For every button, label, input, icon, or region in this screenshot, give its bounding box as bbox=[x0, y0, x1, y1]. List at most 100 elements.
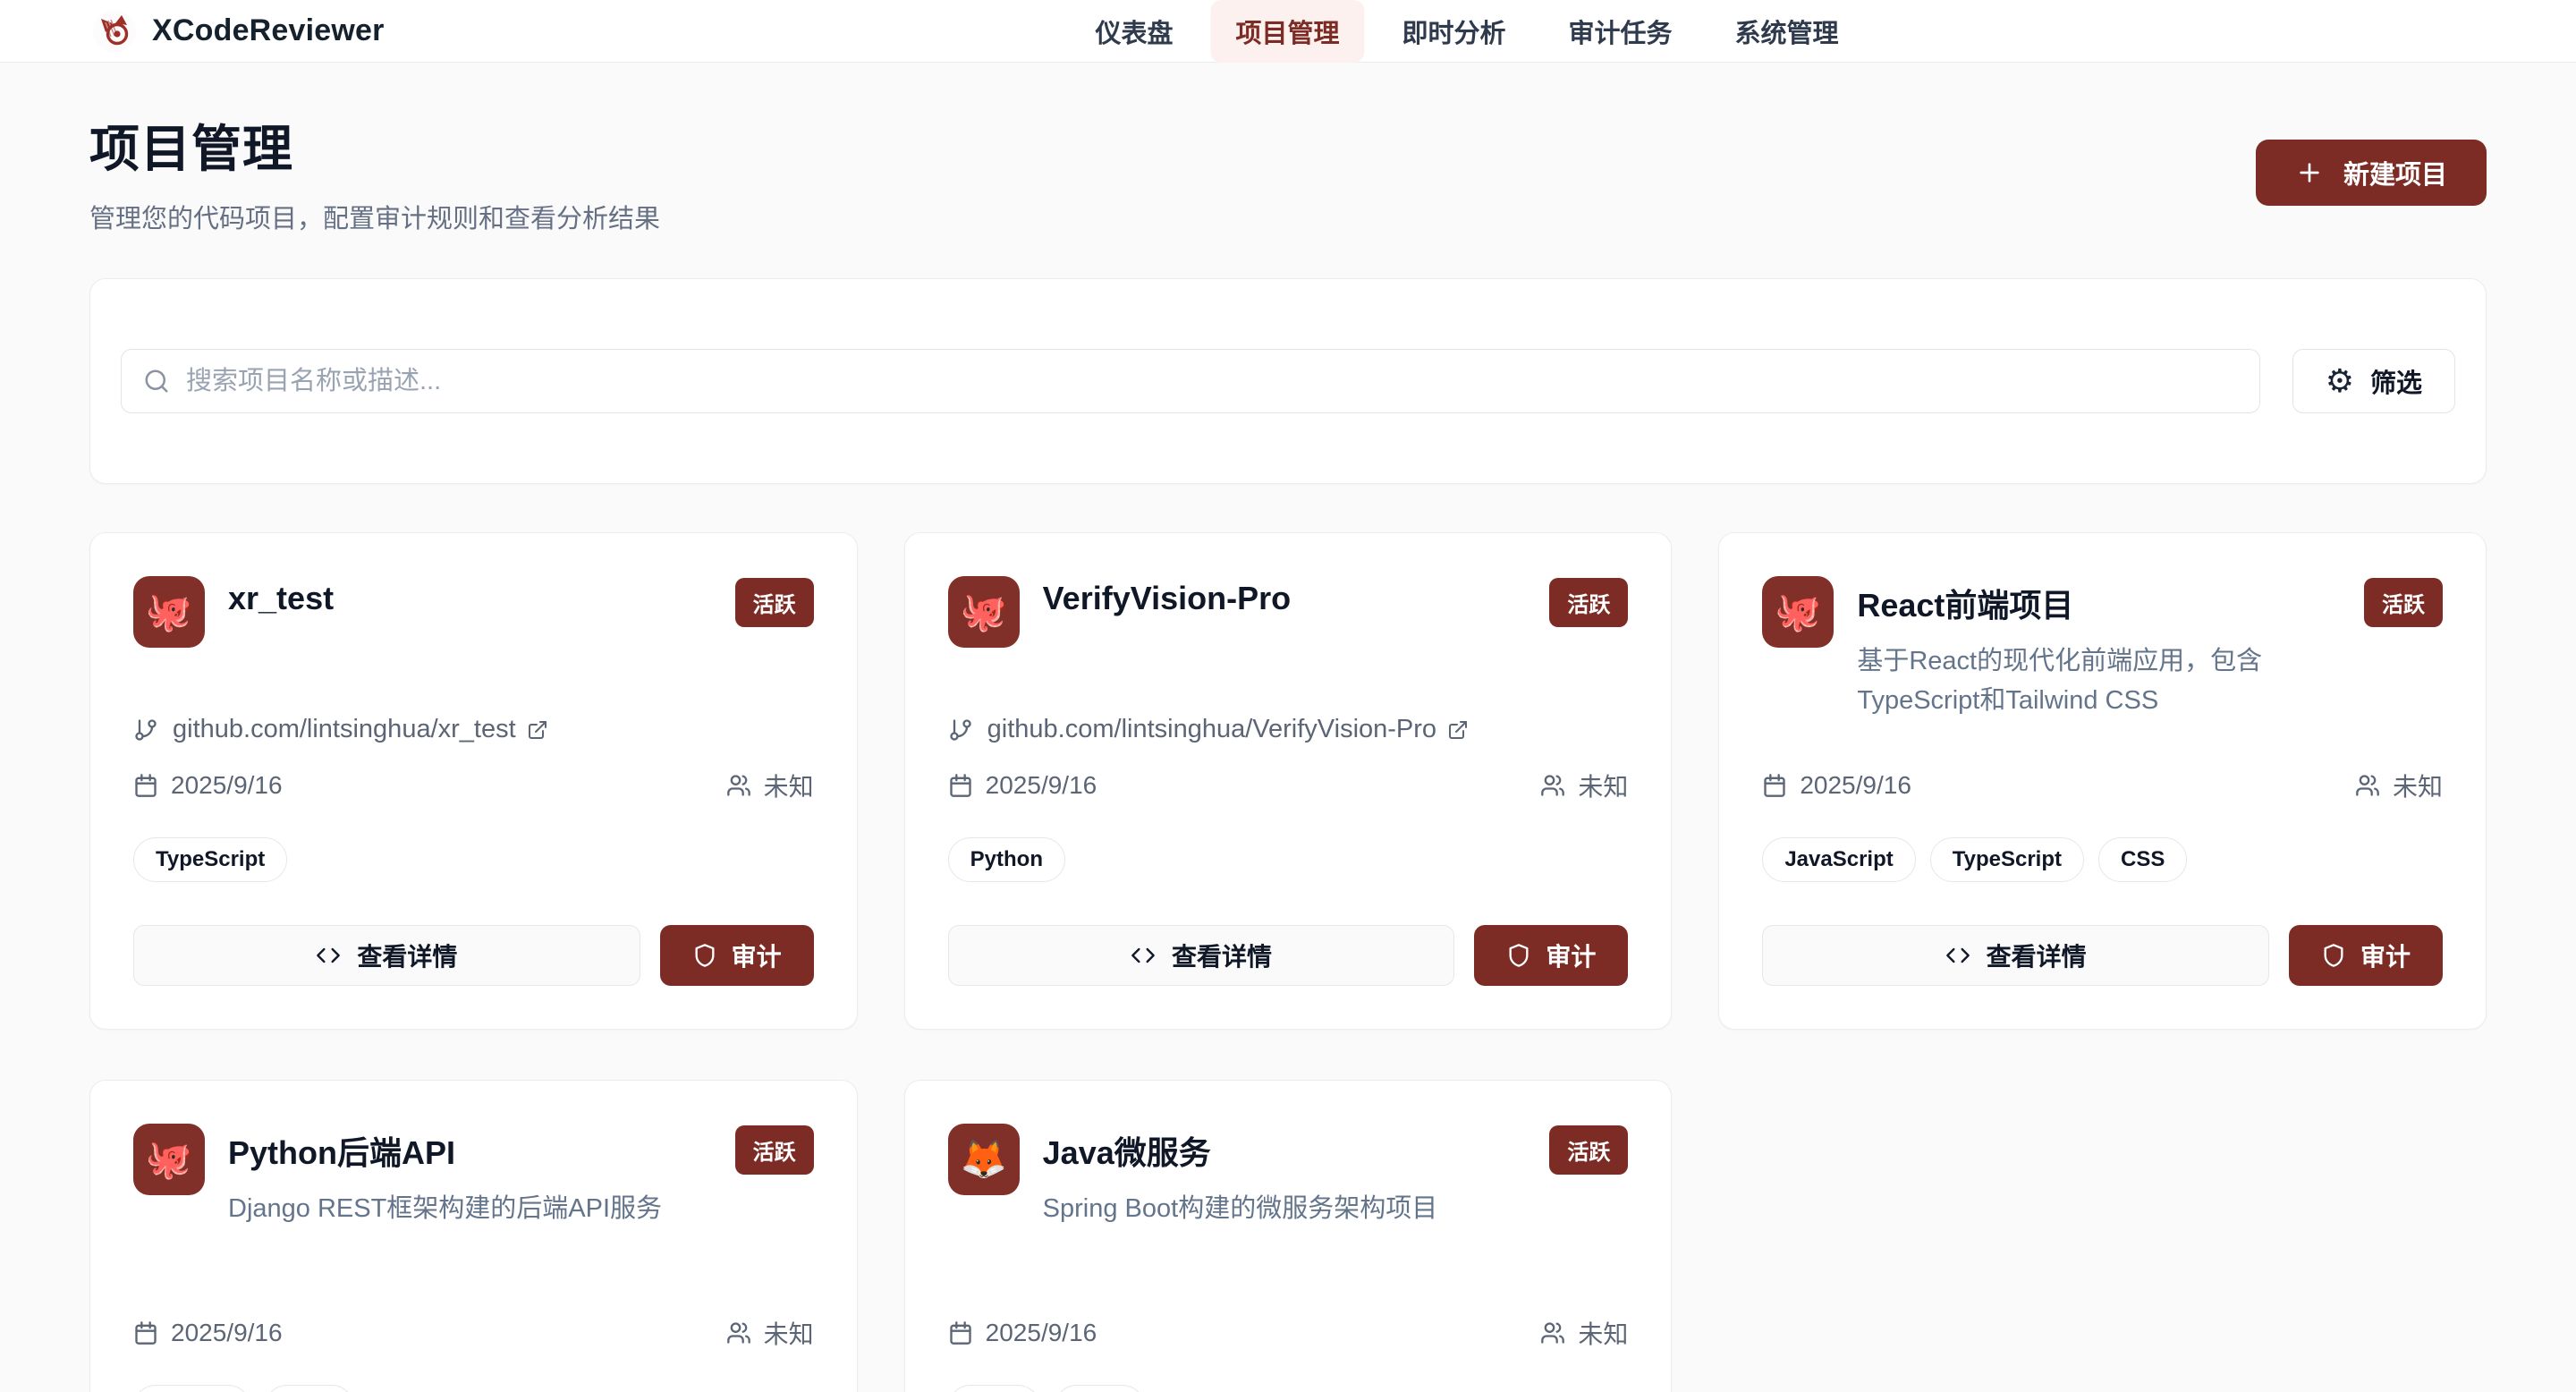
nav-item-dashboard[interactable]: 仪表盘 bbox=[1070, 0, 1198, 63]
status-badge: 活跃 bbox=[1549, 578, 1628, 627]
users-icon bbox=[726, 1320, 751, 1345]
nav-item-analysis[interactable]: 即时分析 bbox=[1377, 0, 1530, 63]
view-details-button[interactable]: 查看详情 bbox=[948, 925, 1455, 986]
view-details-button-label: 查看详情 bbox=[1987, 938, 2087, 973]
audit-button[interactable]: 审计 bbox=[2289, 925, 2443, 986]
tag-pill: JavaScript bbox=[1762, 837, 1915, 882]
project-head-text: Java微服务 Spring Boot构建的微服务架构项目 bbox=[1043, 1124, 1527, 1229]
nav-item-projects[interactable]: 项目管理 bbox=[1210, 0, 1364, 63]
project-date-meta: 2025/9/16 bbox=[133, 771, 283, 800]
plus-icon bbox=[2295, 158, 2324, 187]
project-date: 2025/9/16 bbox=[1800, 771, 1911, 800]
project-avatar-emoji: 🐙 bbox=[1775, 593, 1821, 631]
audit-button[interactable]: 审计 bbox=[1474, 925, 1628, 986]
audit-button[interactable]: 审计 bbox=[660, 925, 814, 986]
project-owner: 未知 bbox=[1578, 768, 1628, 803]
git-branch-icon bbox=[133, 717, 158, 743]
meta-row: 2025/9/16 未知 bbox=[948, 1315, 1629, 1351]
search-input[interactable] bbox=[186, 367, 2238, 396]
code-icon bbox=[316, 943, 341, 968]
shield-icon bbox=[1506, 943, 1531, 968]
project-card: 🐙 React前端项目 基于React的现代化前端应用，包含TypeScript… bbox=[1718, 532, 2487, 1030]
search-icon bbox=[143, 368, 170, 395]
project-title: Python后端API bbox=[228, 1127, 712, 1174]
tag-pill: XML bbox=[1055, 1385, 1145, 1392]
app-logo-icon bbox=[93, 10, 136, 53]
repo-link-text: github.com/lintsinghua/xr_test bbox=[173, 715, 516, 744]
main-nav: 仪表盘 项目管理 即时分析 审计任务 系统管理 bbox=[1070, 0, 1863, 63]
tag-pill: CSS bbox=[2098, 837, 2187, 882]
search-box[interactable] bbox=[121, 349, 2260, 413]
actions-row: 查看详情 审计 bbox=[133, 925, 814, 986]
tag-pill: TypeScript bbox=[1930, 837, 2084, 882]
project-title: xr_test bbox=[228, 580, 712, 617]
tag-pill: TypeScript bbox=[133, 837, 287, 882]
status-badge: 活跃 bbox=[735, 578, 814, 627]
project-date: 2025/9/16 bbox=[171, 1319, 283, 1347]
project-title: Java微服务 bbox=[1043, 1127, 1527, 1174]
project-title: React前端项目 bbox=[1857, 580, 2341, 626]
project-head-text: VerifyVision-Pro bbox=[1043, 576, 1527, 617]
project-owner-meta: 未知 bbox=[1540, 768, 1628, 803]
tags-row: Python bbox=[948, 836, 1629, 884]
users-icon bbox=[1540, 773, 1565, 798]
nav-item-system[interactable]: 系统管理 bbox=[1710, 0, 1864, 63]
project-owner-meta: 未知 bbox=[1540, 1315, 1628, 1351]
search-filter-card: ⚙ 筛选 bbox=[89, 278, 2487, 484]
repo-link-text: github.com/lintsinghua/VerifyVision-Pro bbox=[987, 715, 1436, 744]
project-card-bottom: 2025/9/16 未知 JavaXML 查看详情 bbox=[948, 1315, 1629, 1392]
status-badge: 活跃 bbox=[735, 1125, 814, 1175]
calendar-icon bbox=[948, 773, 973, 798]
status-badge: 活跃 bbox=[1549, 1125, 1628, 1175]
tags-row: TypeScript bbox=[133, 836, 814, 884]
audit-button-label: 审计 bbox=[2360, 938, 2411, 973]
meta-row: 2025/9/16 未知 bbox=[133, 768, 814, 803]
project-description: 基于React的现代化前端应用，包含TypeScript和Tailwind CS… bbox=[1857, 642, 2341, 720]
project-avatar: 🐙 bbox=[1762, 576, 1834, 648]
external-link-icon bbox=[1447, 719, 1469, 741]
code-icon bbox=[1945, 943, 1970, 968]
users-icon bbox=[2355, 773, 2380, 798]
project-owner: 未知 bbox=[764, 768, 814, 803]
actions-row: 查看详情 审计 bbox=[948, 925, 1629, 986]
projects-grid: 🐙 xr_test 活跃 github.com/lintsinghua/xr_t… bbox=[89, 532, 2487, 1392]
tag-pill: Python bbox=[948, 837, 1065, 882]
new-project-button[interactable]: 新建项目 bbox=[2256, 140, 2487, 206]
view-details-button[interactable]: 查看详情 bbox=[1762, 925, 2269, 986]
code-icon bbox=[1131, 943, 1156, 968]
repo-link[interactable]: github.com/lintsinghua/VerifyVision-Pro bbox=[987, 715, 1469, 744]
users-icon bbox=[726, 773, 751, 798]
project-owner: 未知 bbox=[1578, 1315, 1628, 1351]
audit-button-label: 审计 bbox=[732, 938, 782, 973]
nav-item-audit-tasks[interactable]: 审计任务 bbox=[1544, 0, 1698, 63]
page-header: 项目管理 管理您的代码项目，配置审计规则和查看分析结果 新建项目 bbox=[89, 109, 2487, 235]
project-card-bottom: github.com/lintsinghua/xr_test 2025/9/16 bbox=[133, 715, 814, 986]
project-owner-meta: 未知 bbox=[2355, 768, 2443, 803]
repo-link[interactable]: github.com/lintsinghua/xr_test bbox=[173, 715, 548, 744]
brand: XCodeReviewer bbox=[93, 10, 385, 53]
project-owner-meta: 未知 bbox=[726, 1315, 814, 1351]
project-card-bottom: 2025/9/16 未知 JavaScript TypeScript CSS 查看详… bbox=[1762, 768, 2443, 986]
navbar: XCodeReviewer 仪表盘 项目管理 即时分析 审计任务 系统管理 bbox=[0, 0, 2576, 63]
repo-row: github.com/lintsinghua/xr_test bbox=[133, 715, 814, 744]
project-card-header: 🐙 xr_test 活跃 bbox=[133, 576, 814, 648]
audit-button-label: 审计 bbox=[1546, 938, 1596, 973]
project-avatar-emoji: 🐙 bbox=[961, 593, 1007, 631]
project-date: 2025/9/16 bbox=[171, 771, 283, 800]
project-card: 🐙 VerifyVision-Pro 活跃 github.com/lintsin… bbox=[904, 532, 1673, 1030]
project-avatar: 🐙 bbox=[948, 576, 1020, 648]
project-date: 2025/9/16 bbox=[986, 771, 1097, 800]
filter-button[interactable]: ⚙ 筛选 bbox=[2292, 349, 2455, 413]
project-card-header: 🐙 React前端项目 基于React的现代化前端应用，包含TypeScript… bbox=[1762, 576, 2443, 720]
project-date-meta: 2025/9/16 bbox=[133, 1319, 283, 1347]
tags-row: JavaXML bbox=[948, 1383, 1629, 1392]
project-owner: 未知 bbox=[2393, 768, 2443, 803]
tags-row: JavaScript TypeScript CSS bbox=[1762, 836, 2443, 884]
page-title: 项目管理 bbox=[89, 109, 660, 182]
view-details-button[interactable]: 查看详情 bbox=[133, 925, 640, 986]
project-date-meta: 2025/9/16 bbox=[948, 1319, 1097, 1347]
repo-row: github.com/lintsinghua/VerifyVision-Pro bbox=[948, 715, 1629, 744]
shield-icon bbox=[2321, 943, 2346, 968]
project-head-text: Python后端API Django REST框架构建的后端API服务 bbox=[228, 1124, 712, 1229]
project-card-header: 🦊 Java微服务 Spring Boot构建的微服务架构项目 活跃 bbox=[948, 1124, 1629, 1229]
